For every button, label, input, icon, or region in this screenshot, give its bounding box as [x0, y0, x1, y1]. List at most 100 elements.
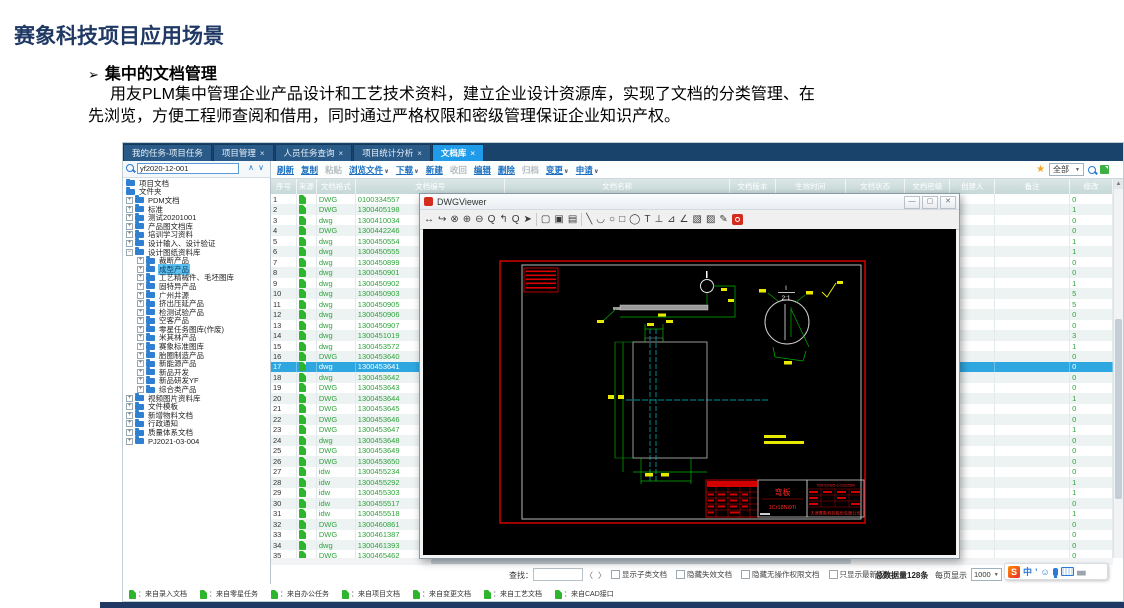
vertical-scrollbar-thumb[interactable] [1115, 319, 1122, 499]
folder-open-icon[interactable]: ▨ [706, 211, 715, 228]
zoom-window-icon[interactable]: Q [488, 211, 496, 228]
stamp-tool-icon[interactable]: ✎ [719, 211, 727, 228]
expander-icon[interactable]: + [126, 420, 133, 427]
column-header-文档版本[interactable]: 文档版本 [730, 179, 776, 194]
expander-icon[interactable]: + [137, 257, 144, 264]
expander-icon[interactable]: + [126, 206, 133, 213]
expander-icon[interactable]: + [126, 412, 133, 419]
column-header-文档密级[interactable]: 文档密级 [905, 179, 950, 194]
ime-punctuation-icon[interactable]: ’ [1035, 567, 1038, 577]
column-header-文档格式[interactable]: 文档格式 [317, 179, 356, 194]
column-header-文档状态[interactable]: 文档状态 [846, 179, 906, 194]
filter-select[interactable]: 全部▼ [1049, 163, 1084, 176]
expander-icon[interactable]: − [126, 249, 133, 256]
angle-tool-icon[interactable]: ∠ [680, 211, 689, 228]
expander-icon[interactable]: + [137, 283, 144, 290]
next-page-icon[interactable]: 〉 [598, 570, 606, 581]
checkbox-icon[interactable] [676, 570, 685, 579]
tree-item[interactable]: +视频图片资料库 [123, 394, 270, 403]
expander-icon[interactable]: + [137, 292, 144, 299]
checkbox-显示子类文档[interactable]: 显示子类文档 [611, 569, 667, 580]
pan-icon[interactable]: ↔ [424, 211, 434, 228]
checkbox-icon[interactable] [611, 570, 620, 579]
checkbox-隐藏无操作权限文档[interactable]: 隐藏无操作权限文档 [741, 569, 820, 580]
find-input[interactable] [533, 568, 583, 581]
print-icon[interactable]: ▤ [568, 211, 577, 228]
minimize-icon[interactable]: — [904, 196, 920, 209]
maximize-icon[interactable]: ▢ [922, 196, 938, 209]
select-cursor-icon[interactable]: ➤ [524, 211, 532, 228]
zoom-previous-icon[interactable]: ↰ [499, 211, 507, 228]
expander-icon[interactable]: + [126, 231, 133, 238]
zoom-extents-icon[interactable]: ⊗ [450, 211, 458, 228]
column-header-备注[interactable]: 备注 [995, 179, 1070, 194]
ellipse-tool-icon[interactable]: ◯ [629, 211, 640, 228]
expander-icon[interactable]: + [137, 343, 144, 350]
prev-page-icon[interactable]: 〈 [585, 570, 593, 581]
tree-item[interactable]: +测试20201001 [123, 213, 270, 222]
tree-item[interactable]: +检测试验产品 [123, 308, 270, 317]
ime-mode-toggle[interactable]: 中 [1023, 565, 1032, 578]
expander-icon[interactable]: + [126, 223, 133, 230]
horizontal-scrollbar[interactable] [271, 558, 1113, 565]
expander-icon[interactable]: + [137, 334, 144, 341]
tab-close-icon[interactable]: × [470, 149, 475, 158]
expander-icon[interactable]: + [137, 386, 144, 393]
column-header-修改[interactable]: 修改 [1070, 179, 1113, 194]
tree-item[interactable]: +质量体系文档 [123, 428, 270, 437]
expander-icon[interactable]: + [137, 369, 144, 376]
ime-mic-icon[interactable] [1053, 568, 1058, 576]
tree-item[interactable]: +行政通知 [123, 420, 270, 429]
column-header-文档编号[interactable]: 文档编号 [356, 179, 506, 194]
zoom-out-icon[interactable]: ⊖ [475, 211, 483, 228]
checkbox-icon[interactable] [741, 570, 750, 579]
vertical-scrollbar[interactable]: ▲ [1113, 179, 1123, 558]
expander-icon[interactable]: + [137, 377, 144, 384]
toolbar-button-下载[interactable]: 下载∨ [396, 164, 419, 176]
per-page-select[interactable]: 1000▼ [971, 568, 1002, 581]
expander-icon[interactable]: + [126, 240, 133, 247]
arc-tool-icon[interactable]: ◡ [596, 211, 605, 228]
ime-toolbox-icon[interactable] [1077, 568, 1086, 576]
expander-icon[interactable]: + [137, 352, 144, 359]
toolbar-button-删除[interactable]: 删除 [498, 164, 515, 176]
tab-人员任务查询[interactable]: 人员任务查询× [275, 144, 353, 161]
expander-icon[interactable]: + [126, 438, 133, 445]
expander-icon[interactable]: + [126, 197, 133, 204]
tree-item[interactable]: +PJ2021-03-004 [123, 437, 270, 446]
expander-icon[interactable]: + [126, 214, 133, 221]
vtext-tool-icon[interactable]: ⊥ [654, 211, 663, 228]
tree-item[interactable]: 文件夹 [123, 188, 270, 197]
expander-icon[interactable]: + [137, 326, 144, 333]
tree-item[interactable]: +文件模板 [123, 402, 270, 411]
search-input[interactable] [137, 163, 239, 174]
tab-项目统计分析[interactable]: 项目统计分析× [353, 144, 431, 161]
rect-tool-icon[interactable]: □ [619, 211, 625, 228]
tab-我的任务-项目任务[interactable]: 我的任务-项目任务 [123, 144, 212, 161]
ime-emoji-icon[interactable]: ☺ [1041, 567, 1050, 577]
line-tool-icon[interactable]: ╲ [586, 211, 592, 228]
zoom-in-icon[interactable]: ⊕ [463, 211, 471, 228]
tree-item[interactable]: +裁断产品 [123, 256, 270, 265]
toolbar-button-浏览文件[interactable]: 浏览文件∨ [349, 164, 389, 176]
dimension-tool-icon[interactable]: ⊿ [667, 211, 675, 228]
tab-文档库[interactable]: 文档库× [432, 144, 484, 161]
pdf-export-icon[interactable] [732, 214, 743, 225]
toolbar-button-复制[interactable]: 复制 [301, 164, 318, 176]
advanced-search-icon[interactable] [1088, 166, 1096, 174]
expander-icon[interactable]: + [137, 309, 144, 316]
sogou-logo-icon[interactable]: S [1008, 566, 1020, 578]
viewer-title-bar[interactable]: DWGViewer — ▢ ✕ [420, 194, 959, 210]
column-header-来源[interactable]: 来源 [297, 179, 317, 194]
expander-icon[interactable]: + [137, 300, 144, 307]
toolbar-button-新建[interactable]: 新建 [426, 164, 443, 176]
horizontal-scrollbar-thumb[interactable] [431, 559, 851, 564]
save-icon[interactable]: ▧ [693, 211, 702, 228]
tab-close-icon[interactable]: × [417, 149, 422, 158]
tab-close-icon[interactable]: × [339, 149, 344, 158]
toolbar-button-编辑[interactable]: 编辑 [474, 164, 491, 176]
tab-项目管理[interactable]: 项目管理× [213, 144, 274, 161]
column-header-创建人[interactable]: 创建人 [950, 179, 995, 194]
search-prev-icon[interactable]: ∧ [248, 163, 254, 172]
checkbox-icon[interactable] [829, 570, 838, 579]
